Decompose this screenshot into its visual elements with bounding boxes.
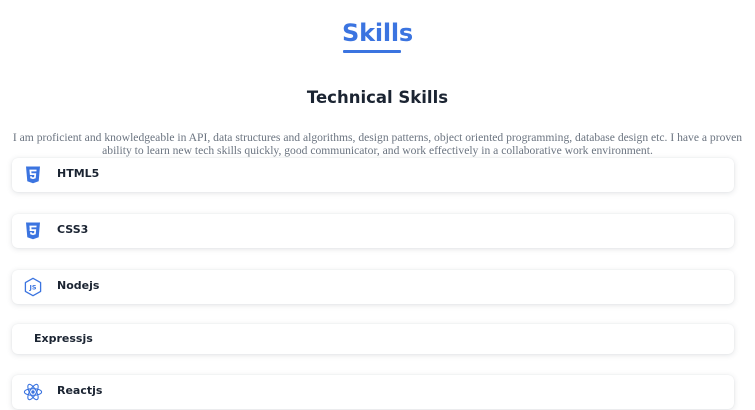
nodejs-icon: JS (23, 277, 43, 297)
react-icon (23, 382, 43, 402)
skill-card-css3: CSS3 (12, 214, 734, 248)
skill-label: Expressjs (34, 332, 93, 345)
skill-card-reactjs: Reactjs (12, 375, 734, 409)
skill-card-nodejs: JS Nodejs (12, 270, 734, 304)
css3-icon (23, 221, 43, 241)
skill-label: CSS3 (57, 223, 89, 236)
technical-skills-heading: Technical Skills (306, 88, 449, 107)
skill-card-expressjs: Expressjs (12, 324, 734, 354)
skill-label: Nodejs (57, 279, 100, 292)
section-title: Skills (341, 19, 413, 47)
skill-label: HTML5 (57, 167, 100, 180)
skill-label: Reactjs (57, 384, 103, 397)
title-underline (343, 50, 401, 53)
html5-icon (23, 165, 43, 185)
svg-text:JS: JS (29, 284, 37, 292)
intro-paragraph: I am proficient and knowledgeable in API… (12, 131, 743, 157)
skill-card-html5: HTML5 (12, 158, 734, 192)
